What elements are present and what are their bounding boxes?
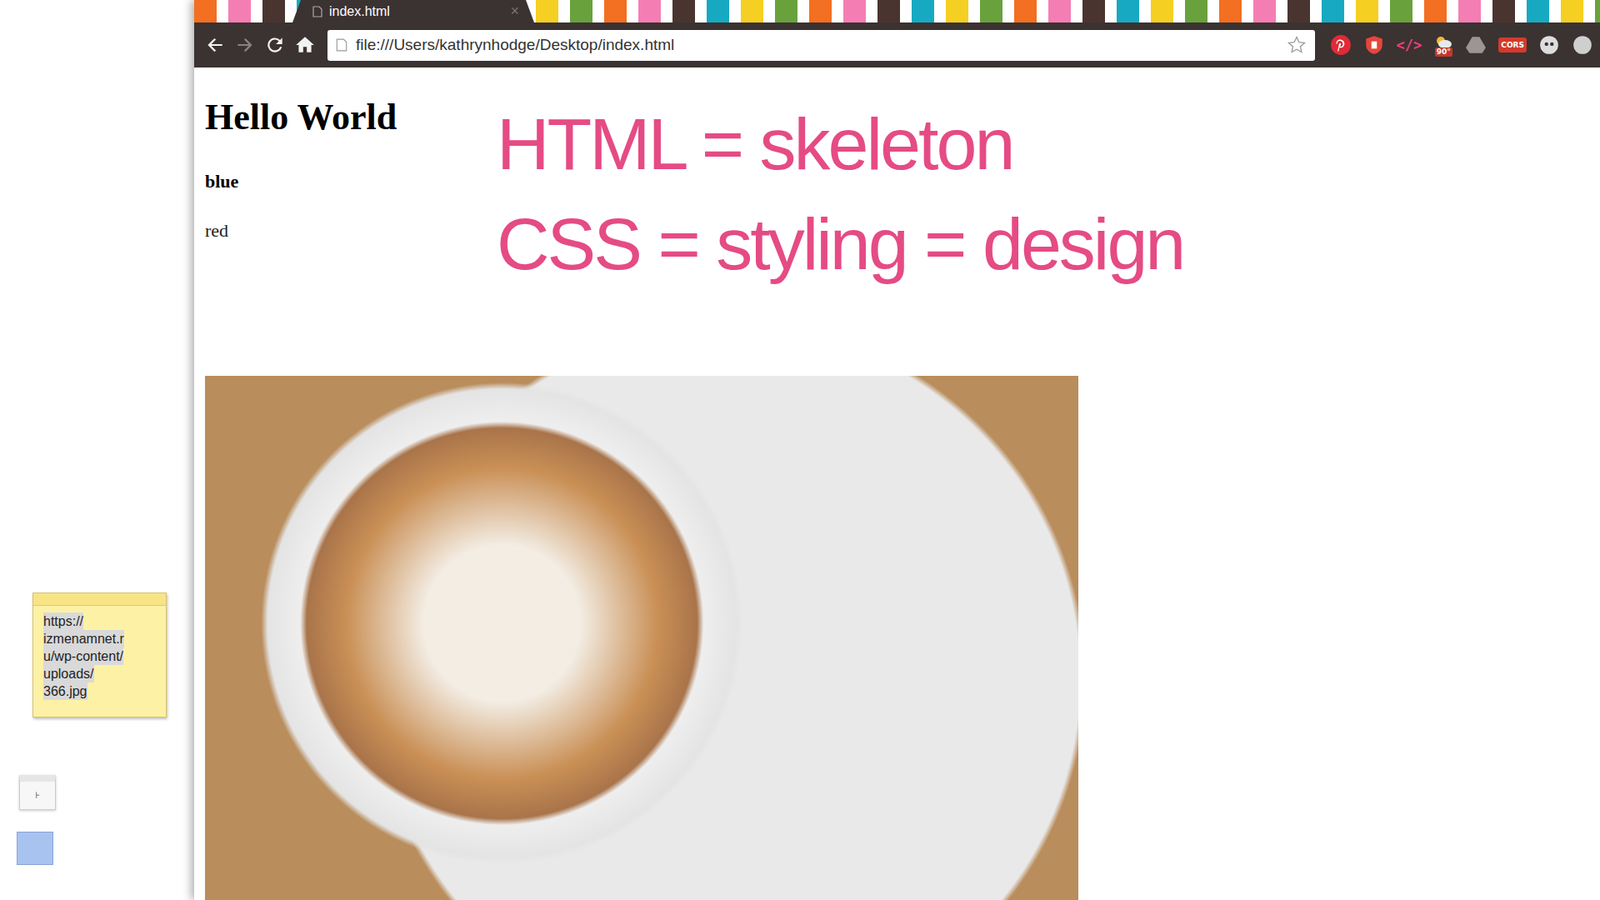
weather-extension[interactable]: 90° [1433,34,1454,57]
tab-title: index.html [312,4,390,20]
extensions: </> 90° CORS [1330,34,1594,57]
note-line: 366.jpg [43,682,88,700]
ghost-icon[interactable] [1538,34,1560,56]
star-icon[interactable] [1286,35,1307,55]
coffee-photo [205,375,1079,900]
cors-extension[interactable]: CORS [1498,37,1527,53]
screen: https://izmenamnet.ru/wp-content/uploads… [0,0,1600,900]
toolbar: file:///Users/kathrynhodge/Desktop/index… [194,22,1600,68]
tab-close-button[interactable]: × [510,2,520,20]
code-extension[interactable]: </> [1396,36,1423,54]
forward-arrow-icon[interactable] [234,34,256,56]
url-text: file:///Users/kathrynhodge/Desktop/index… [355,35,1279,55]
extension-icon[interactable] [1571,34,1594,56]
tab-strip: index.html × [194,0,1600,23]
desktop: https://izmenamnet.ru/wp-content/uploads… [0,0,195,900]
annotation-overlay: HTML = skeletonCSS = styling = design [496,94,1184,295]
drive-icon[interactable] [1465,34,1487,56]
page-line: blue [205,169,1590,195]
note-line: u/wp-content/ [43,647,124,665]
page-icon [335,38,348,52]
blue-widget[interactable] [16,831,54,865]
address-bar[interactable]: file:///Users/kathrynhodge/Desktop/index… [327,30,1315,61]
note-line: uploads/ [43,665,95,683]
note-line: izmenamnet.r [43,630,125,648]
sticky-note-text[interactable]: https://izmenamnet.ru/wp-content/uploads… [33,605,166,707]
reload-icon[interactable] [264,34,286,56]
sticky-note-bar[interactable] [33,593,166,606]
desktop-widget[interactable]: ⊦ [19,775,56,810]
annotation-line: HTML = skeleton [496,94,1184,195]
page-content: Hello World blue red HTML = skeletonCSS =… [194,67,1600,900]
file-icon [312,5,323,18]
annotation-line: CSS = styling = design [496,194,1184,295]
page-heading: Hello World [205,96,1590,139]
shield-icon[interactable] [1363,34,1385,56]
note-line: https:// [43,612,84,630]
browser-tab[interactable]: index.html × [292,0,535,23]
sticky-note[interactable]: https://izmenamnet.ru/wp-content/uploads… [32,592,167,718]
page-line: red [205,218,1590,244]
back-arrow-icon[interactable] [204,34,226,56]
pinterest-icon[interactable] [1330,34,1352,56]
home-icon[interactable] [294,34,316,56]
weather-temperature: 90° [1435,47,1453,57]
browser-window: index.html × file:///Users/kathrynhodge/… [194,0,1600,900]
